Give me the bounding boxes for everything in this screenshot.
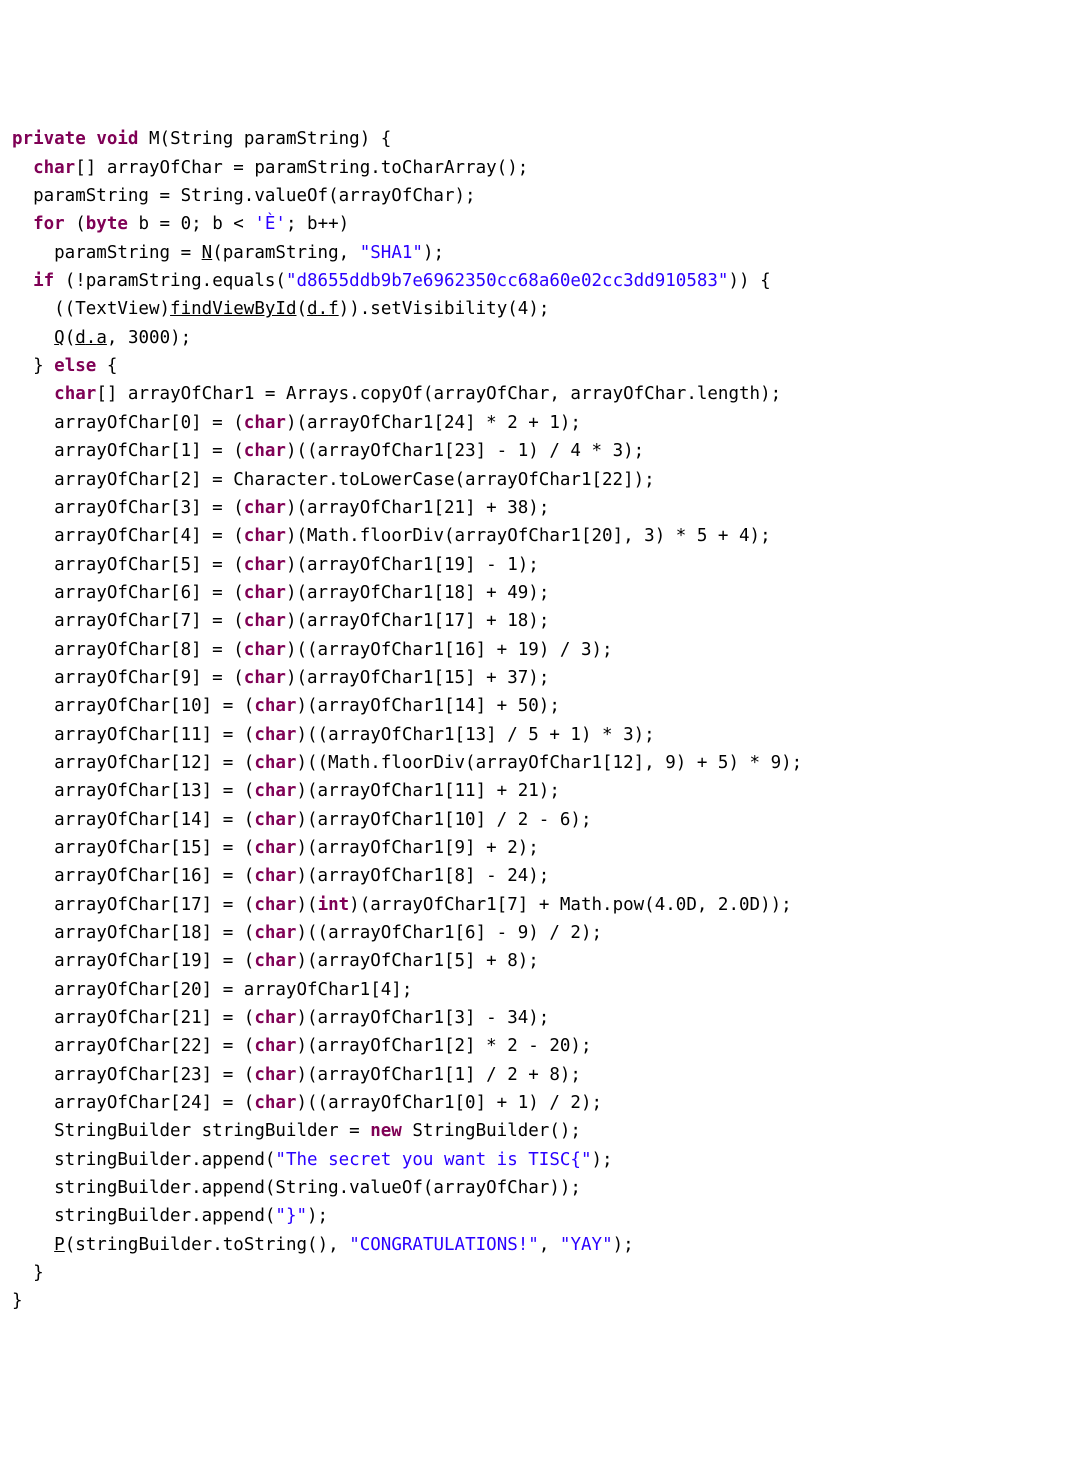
l7c: )).setVisibility(4); bbox=[339, 299, 550, 319]
l5c: ); bbox=[423, 243, 444, 263]
str-yay: "YAY" bbox=[560, 1235, 613, 1255]
id-d-a: d.a bbox=[75, 328, 107, 348]
str-echar: 'È' bbox=[254, 214, 286, 234]
l41: } bbox=[12, 1263, 44, 1283]
l7b: ( bbox=[296, 299, 307, 319]
l4c: ; b++) bbox=[286, 214, 349, 234]
l6a: (!paramString.equals( bbox=[54, 271, 286, 291]
l35: arrayOfChar[24] = ( bbox=[12, 1093, 254, 1113]
l20: arrayOfChar[9] = ( bbox=[12, 668, 244, 688]
id-Q: Q bbox=[54, 328, 65, 348]
l19: arrayOfChar[8] = ( bbox=[12, 640, 244, 660]
kw-for: for bbox=[33, 214, 65, 234]
l22: arrayOfChar[11] = ( bbox=[12, 725, 254, 745]
l32: arrayOfChar[21] = ( bbox=[12, 1008, 254, 1028]
l27: arrayOfChar[16] = ( bbox=[12, 866, 254, 886]
l11: arrayOfChar[0] = ( bbox=[12, 413, 244, 433]
kw-char: char bbox=[33, 158, 75, 178]
l37a: stringBuilder.append( bbox=[12, 1150, 275, 1170]
l23: arrayOfChar[12] = ( bbox=[12, 753, 254, 773]
l9b: { bbox=[96, 356, 117, 376]
id-P: P bbox=[54, 1235, 65, 1255]
kw-new: new bbox=[370, 1121, 402, 1141]
l15: arrayOfChar[4] = ( bbox=[12, 526, 244, 546]
l8b: , 3000); bbox=[107, 328, 191, 348]
kw-if: if bbox=[33, 271, 54, 291]
l24: arrayOfChar[13] = ( bbox=[12, 781, 254, 801]
code-block: private void M(String paramString) { cha… bbox=[12, 125, 1058, 1315]
l9a: } bbox=[12, 356, 54, 376]
l33: arrayOfChar[22] = ( bbox=[12, 1036, 254, 1056]
l6b: )) { bbox=[728, 271, 770, 291]
l14: arrayOfChar[3] = ( bbox=[12, 498, 244, 518]
l31: arrayOfChar[20] = arrayOfChar1[4]; bbox=[12, 980, 412, 1000]
l26: arrayOfChar[15] = ( bbox=[12, 838, 254, 858]
l7a: ((TextView) bbox=[12, 299, 170, 319]
l4a: ( bbox=[65, 214, 86, 234]
l25: arrayOfChar[14] = ( bbox=[12, 810, 254, 830]
l17: arrayOfChar[6] = ( bbox=[12, 583, 244, 603]
l28: arrayOfChar[17] = ( bbox=[12, 895, 254, 915]
kw-byte: byte bbox=[86, 214, 128, 234]
kw-char2: char bbox=[54, 384, 96, 404]
l21: arrayOfChar[10] = ( bbox=[12, 696, 254, 716]
str-sha1: "SHA1" bbox=[360, 243, 423, 263]
str-hash: "d8655ddb9b7e6962350cc68a60e02cc3dd91058… bbox=[286, 271, 729, 291]
l8a: ( bbox=[65, 328, 76, 348]
l12: arrayOfChar[1] = ( bbox=[12, 441, 244, 461]
l18: arrayOfChar[7] = ( bbox=[12, 611, 244, 631]
kw-private: private bbox=[12, 129, 86, 149]
l4b: b = 0; b < bbox=[128, 214, 254, 234]
l29: arrayOfChar[18] = ( bbox=[12, 923, 254, 943]
l30: arrayOfChar[19] = ( bbox=[12, 951, 254, 971]
l5b: (paramString, bbox=[212, 243, 360, 263]
l36a: StringBuilder stringBuilder = bbox=[12, 1121, 370, 1141]
kw-else: else bbox=[54, 356, 96, 376]
l34: arrayOfChar[23] = ( bbox=[12, 1065, 254, 1085]
l39a: stringBuilder.append( bbox=[12, 1206, 275, 1226]
id-findViewById: findViewById bbox=[170, 299, 296, 319]
str-congrats: "CONGRATULATIONS!" bbox=[349, 1235, 539, 1255]
l5a: paramString = bbox=[12, 243, 202, 263]
l13: arrayOfChar[2] = Character.toLowerCase(a… bbox=[12, 470, 655, 490]
l10: [] arrayOfChar1 = Arrays.copyOf(arrayOfC… bbox=[96, 384, 781, 404]
sig: M(String paramString) { bbox=[138, 129, 391, 149]
l16: arrayOfChar[5] = ( bbox=[12, 555, 244, 575]
l38: stringBuilder.append(String.valueOf(arra… bbox=[12, 1178, 581, 1198]
kw-void: void bbox=[96, 129, 138, 149]
l3: paramString = String.valueOf(arrayOfChar… bbox=[12, 186, 476, 206]
id-d-f: d.f bbox=[307, 299, 339, 319]
str-brace: "}" bbox=[275, 1206, 307, 1226]
str-secret: "The secret you want is TISC{" bbox=[275, 1150, 591, 1170]
l42: } bbox=[12, 1291, 23, 1311]
id-N: N bbox=[202, 243, 213, 263]
l2: [] arrayOfChar = paramString.toCharArray… bbox=[75, 158, 528, 178]
